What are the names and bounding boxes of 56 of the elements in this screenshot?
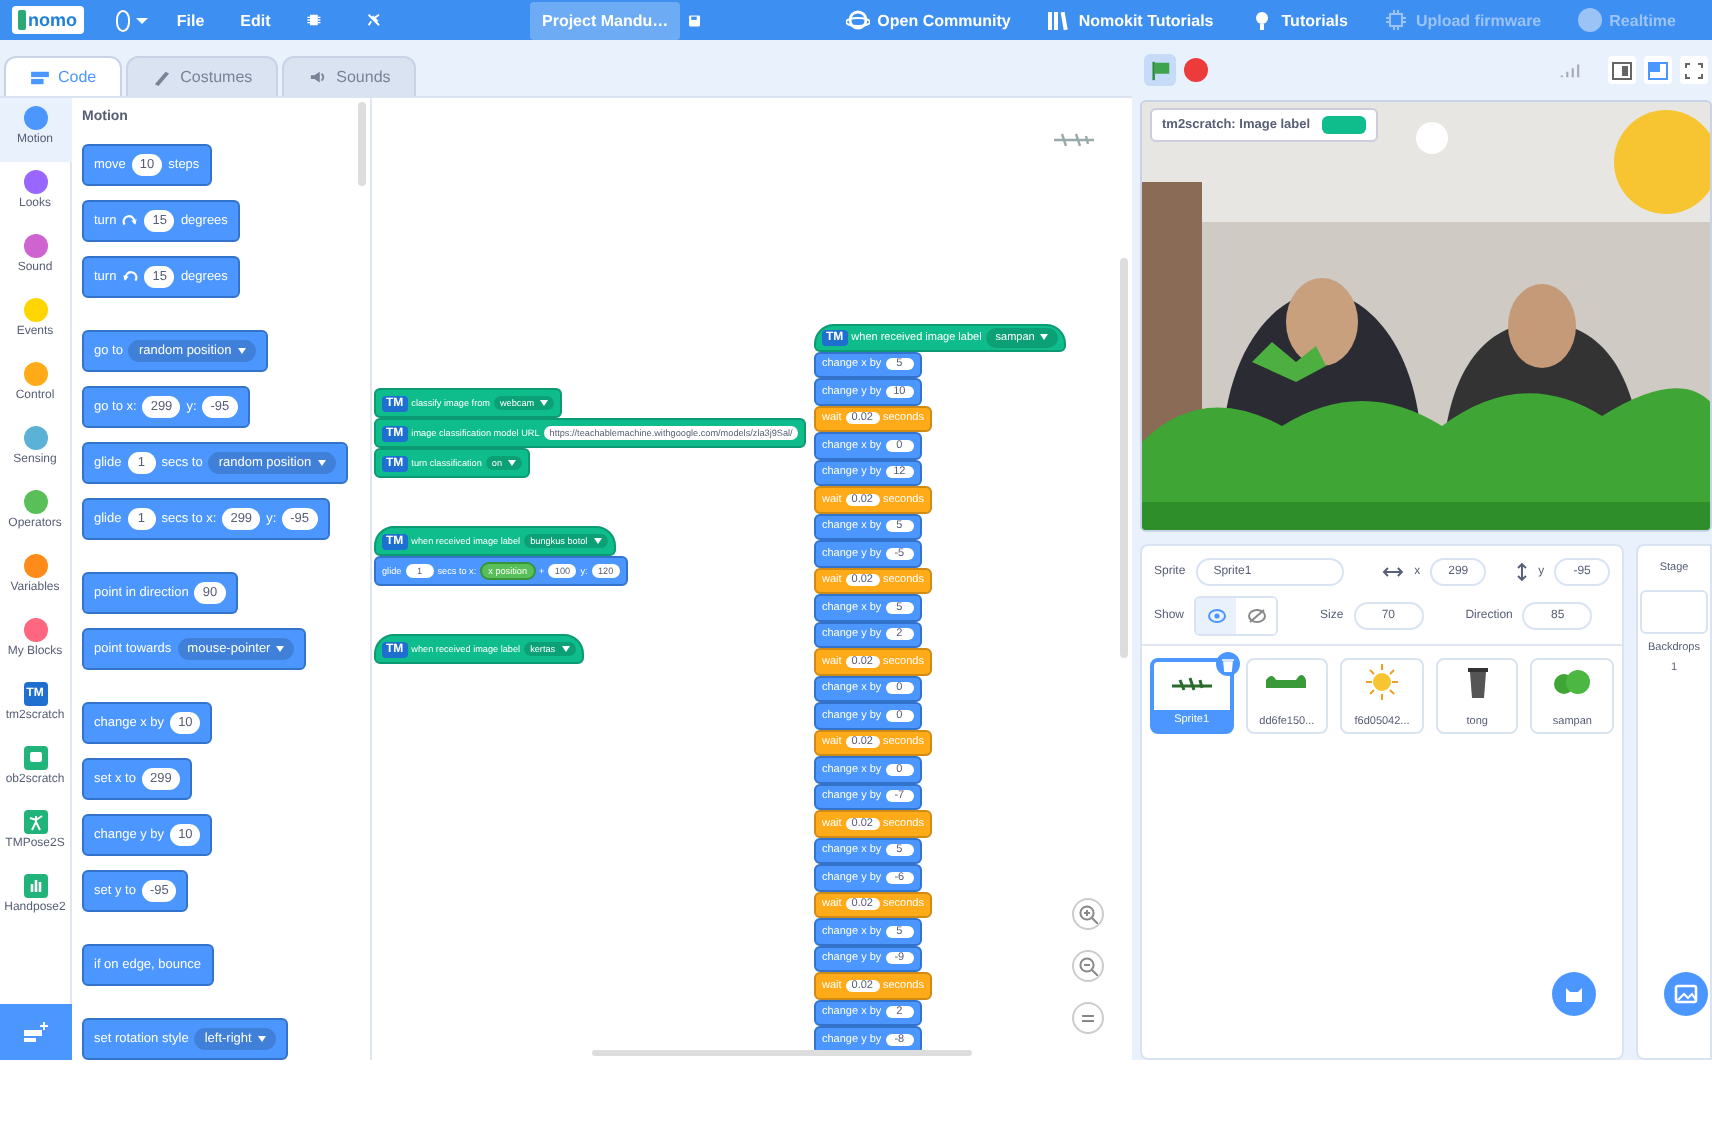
eye-icon (1207, 608, 1226, 624)
show-toggle[interactable] (1196, 598, 1237, 634)
scrollbar[interactable] (358, 102, 366, 186)
bush-icon (1550, 664, 1595, 700)
brush-icon (152, 69, 173, 85)
caret-icon (1040, 334, 1049, 341)
signal-icon (1560, 62, 1580, 78)
caret-icon (561, 646, 570, 652)
small-stage-button[interactable] (1608, 56, 1636, 84)
cat-icon (1562, 982, 1586, 1006)
vertical-arrows-icon (1516, 562, 1529, 582)
caret-icon (317, 460, 326, 466)
monitor-value (1322, 116, 1367, 134)
layout-icon (1648, 61, 1668, 79)
scrollbar[interactable] (592, 1050, 972, 1056)
caret-icon (508, 460, 517, 466)
planet-icon[interactable] (845, 8, 870, 32)
figure-icon (23, 810, 47, 834)
caret-icon (237, 348, 246, 354)
zoom-in-icon (1078, 904, 1098, 924)
trash-icon (1221, 657, 1234, 671)
flag-icon (1149, 59, 1171, 81)
horizontal-arrows-icon (1382, 564, 1405, 580)
zoom-out-icon (1078, 956, 1098, 976)
zoom-in-button[interactable] (1072, 898, 1104, 930)
stop-button[interactable] (1184, 58, 1208, 82)
layout-icon (1612, 61, 1632, 79)
extension-add-icon (21, 1020, 49, 1044)
add-extension-button[interactable] (0, 1004, 71, 1060)
caret-icon (276, 646, 285, 652)
zoom-out-button[interactable] (1072, 950, 1104, 982)
sun-icon (1360, 664, 1404, 700)
grass-icon (1169, 676, 1214, 692)
fullscreen-icon (1684, 61, 1704, 79)
globe-icon[interactable] (115, 9, 131, 31)
books-icon[interactable] (1046, 8, 1071, 32)
eye-slash-icon (1247, 608, 1266, 624)
caret-icon (593, 538, 602, 544)
fullscreen-button[interactable] (1680, 56, 1708, 84)
caret-icon[interactable] (136, 17, 149, 23)
large-stage-button[interactable] (1644, 56, 1672, 84)
speaker-icon (308, 69, 329, 85)
zoom-reset-button[interactable] (1072, 1002, 1104, 1034)
backdrop-thumbnail[interactable] (1640, 590, 1708, 634)
caret-icon (257, 1036, 266, 1042)
blocks-icon (30, 69, 50, 85)
rotate-right-icon (122, 213, 139, 229)
delete-button[interactable] (1215, 652, 1240, 676)
caret-icon (540, 400, 549, 406)
sprite-thumbnail-icon (1052, 130, 1096, 146)
flag-button[interactable] (1144, 54, 1176, 86)
picture-frame-icon (1674, 982, 1698, 1006)
image-icon (23, 746, 47, 770)
rotate-left-icon (122, 269, 139, 285)
logo-icon (18, 10, 26, 30)
scrollbar[interactable] (1120, 258, 1128, 658)
